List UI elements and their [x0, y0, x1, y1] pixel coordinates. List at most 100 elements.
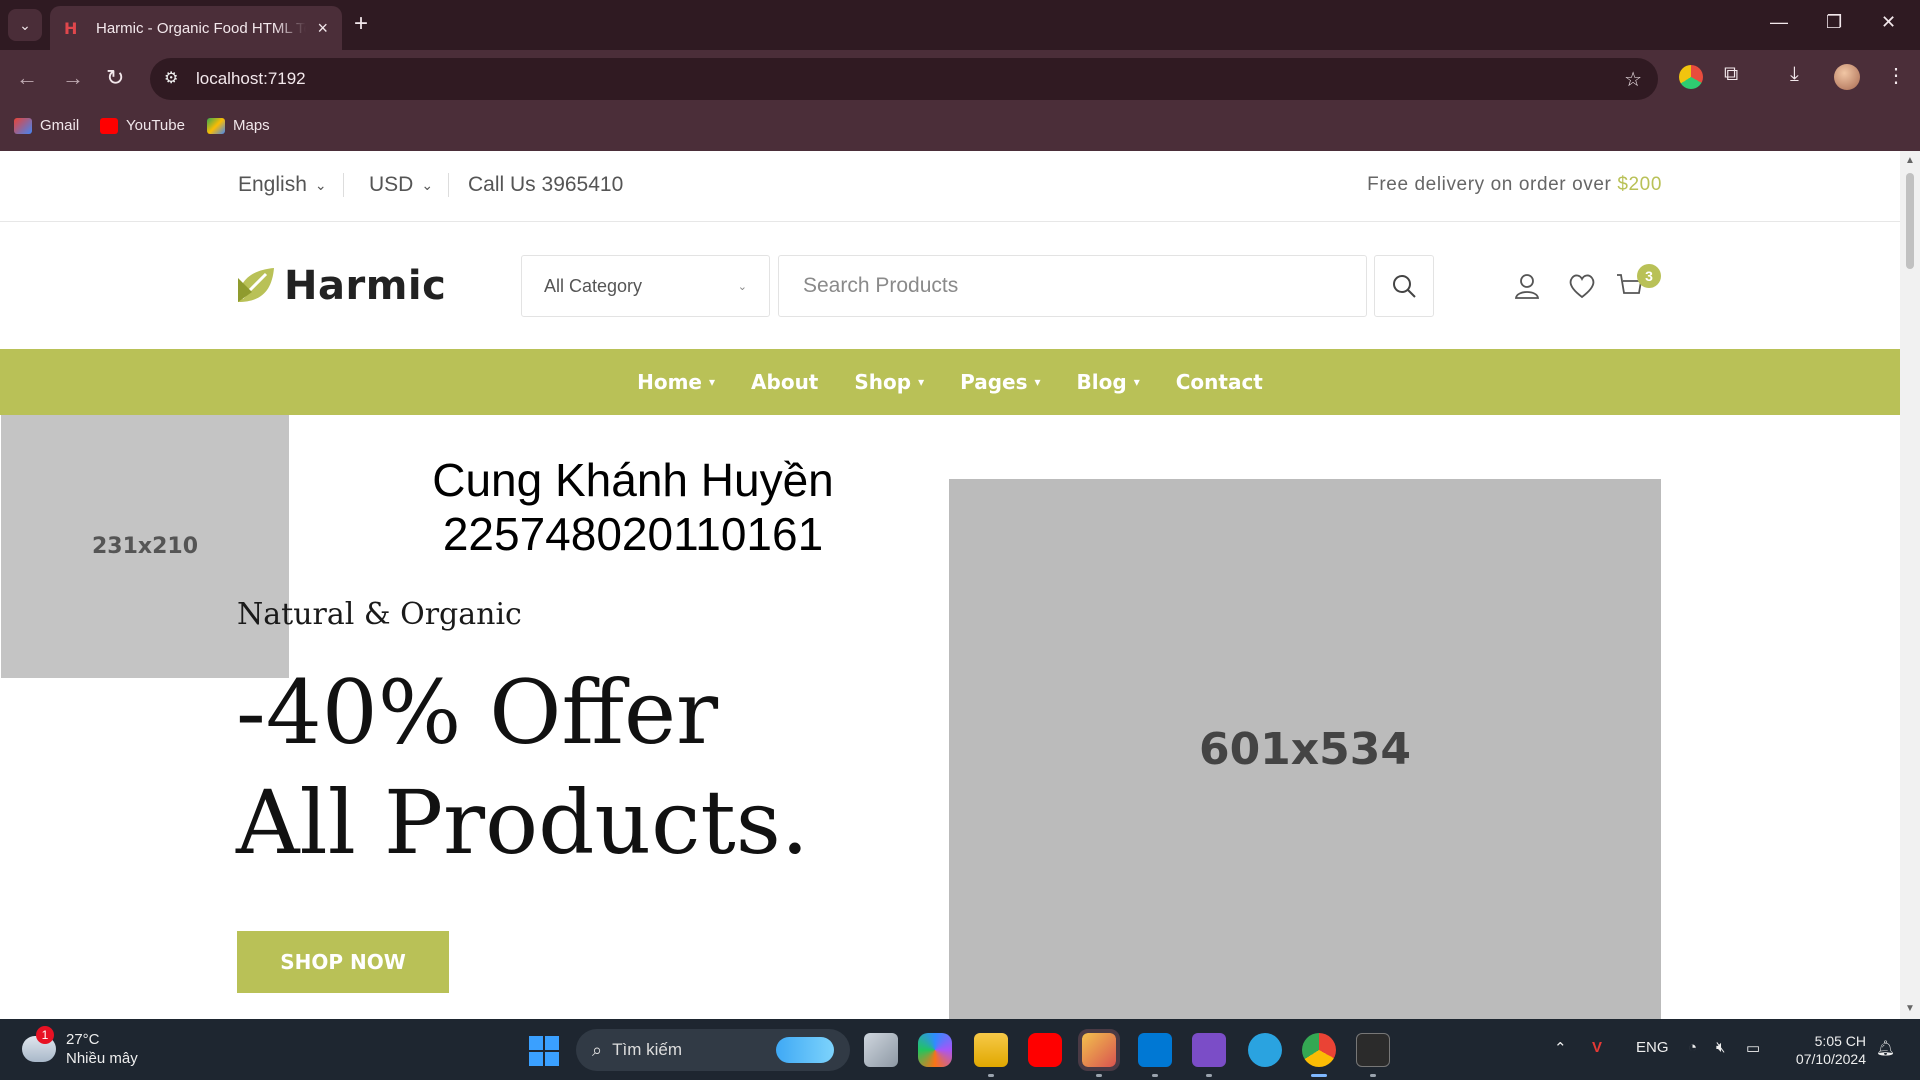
delivery-notice: Free delivery on order over $200 [1367, 174, 1662, 196]
url-text[interactable]: localhost:7192 [196, 69, 306, 89]
battery-icon[interactable]: ▭ [1746, 1039, 1760, 1057]
nav-label: Pages [960, 370, 1028, 394]
language-selector[interactable]: English ⌄ [238, 173, 327, 197]
back-icon[interactable]: ← [16, 66, 38, 90]
language-label: English [238, 173, 307, 196]
chrome-icon[interactable] [1302, 1033, 1336, 1067]
address-bar[interactable]: ⚙ localhost:7192 ☆ [150, 58, 1658, 100]
bookmark-label: Gmail [40, 117, 80, 134]
browser-toolbar: ← → ↻ ⚙ localhost:7192 ☆ ⧉ ⤓ ⋮ [0, 50, 1920, 108]
maps-icon [207, 117, 225, 134]
copilot-icon[interactable] [918, 1033, 952, 1067]
site-info-icon[interactable]: ⚙ [164, 68, 178, 88]
logo[interactable]: Harmic [236, 263, 446, 309]
vscode-icon[interactable] [1138, 1033, 1172, 1067]
weather-badge: 1 [36, 1026, 54, 1044]
bookmark-youtube[interactable]: YouTube [100, 117, 185, 134]
browser-tab[interactable]: H Harmic - Organic Food HTML Te × [50, 6, 342, 50]
search-input[interactable] [778, 255, 1367, 317]
site-favicon-icon: H [64, 19, 78, 38]
nav-label: Shop [854, 370, 912, 394]
extensions-puzzle-icon[interactable]: ⧉ [1724, 63, 1738, 86]
volume-muted-icon[interactable]: 🔇︎ [1716, 1039, 1725, 1056]
chevron-down-icon: ⌄ [314, 176, 327, 193]
shop-now-button[interactable]: SHOP NOW [237, 931, 449, 993]
delivery-amount: $200 [1617, 174, 1662, 195]
heart-icon[interactable] [1568, 273, 1596, 303]
menu-dots-icon[interactable]: ⋮ [1886, 63, 1906, 88]
delivery-text: Free delivery on order over [1367, 174, 1618, 195]
bookmark-gmail[interactable]: Gmail [14, 117, 79, 134]
user-icon[interactable] [1514, 273, 1543, 303]
terminal-icon[interactable] [1356, 1033, 1390, 1067]
minimize-icon[interactable]: — [1770, 12, 1788, 33]
active-indicator [1311, 1074, 1327, 1077]
category-select[interactable]: All Category ⌄ [521, 255, 770, 317]
restore-icon[interactable]: ❐ [1826, 12, 1842, 33]
nav-blog[interactable]: Blog ▾ [1077, 370, 1140, 394]
download-icon[interactable]: ⤓ [1790, 63, 1799, 86]
clock[interactable]: 5:05 CH 07/10/2024 [1786, 1032, 1866, 1068]
currency-label: USD [369, 173, 414, 196]
student-name: Cung Khánh Huyền [432, 454, 834, 506]
clock-time: 5:05 CH [1814, 1033, 1866, 1049]
placeholder-image-large: 601x534 [949, 479, 1661, 1019]
bookmark-label: YouTube [126, 117, 185, 134]
scroll-down-icon[interactable]: ▼ [1905, 1003, 1915, 1014]
nav-about[interactable]: About [751, 370, 818, 394]
hero-headline: -40% Offer All Products. [236, 661, 809, 874]
taskbar-search-label: Tìm kiếm [612, 1040, 682, 1059]
task-view-icon[interactable] [864, 1033, 898, 1067]
nav-home[interactable]: Home ▾ [637, 370, 715, 394]
tab-list-button[interactable]: ⌄ [8, 9, 42, 41]
window-close-icon[interactable]: ✕ [1881, 12, 1896, 33]
page-scrollbar[interactable]: ▲ ▼ [1900, 151, 1920, 1019]
telegram-icon[interactable] [1248, 1033, 1282, 1067]
logo-text: Harmic [284, 263, 447, 309]
file-explorer-icon[interactable] [974, 1033, 1008, 1067]
bookmarks-bar: Gmail YouTube Maps [0, 108, 1920, 151]
chevron-down-icon: ⌄ [421, 176, 434, 193]
youtube-app-icon[interactable] [1028, 1033, 1062, 1067]
chevron-down-icon: ▾ [1133, 375, 1140, 389]
nav-contact[interactable]: Contact [1176, 370, 1263, 394]
taskbar-search[interactable]: ⌕ Tìm kiếm [576, 1029, 850, 1071]
windows-start-icon[interactable] [529, 1036, 559, 1066]
close-icon[interactable]: × [317, 18, 328, 39]
chevron-down-icon: ▾ [918, 375, 925, 389]
tab-strip: ⌄ H Harmic - Organic Food HTML Te × + — … [0, 0, 1920, 50]
tray-app-icon[interactable]: V [1592, 1039, 1602, 1056]
chevron-down-icon: ▾ [1034, 375, 1041, 389]
chevron-down-icon: ⌄ [19, 16, 31, 33]
temperature: 27°C [66, 1031, 100, 1048]
visual-studio-icon[interactable] [1192, 1033, 1226, 1067]
profile-avatar[interactable] [1834, 64, 1860, 90]
nav-shop[interactable]: Shop ▾ [854, 370, 924, 394]
scroll-up-icon[interactable]: ▲ [1905, 155, 1915, 166]
cart-count-badge: 3 [1637, 264, 1661, 288]
weather-widget[interactable]: 1 27°C Nhiều mây [22, 1026, 138, 1068]
phone-text: Call Us 3965410 [468, 173, 624, 196]
input-language[interactable]: ENG [1636, 1039, 1669, 1056]
notification-bell-icon[interactable]: 🔔︎ [1876, 1039, 1895, 1057]
nav-label: About [751, 370, 819, 394]
wifi-icon[interactable]: ◔ [1688, 1039, 1697, 1056]
currency-selector[interactable]: USD ⌄ [369, 173, 433, 197]
app-icon[interactable] [1078, 1029, 1120, 1071]
bookmark-star-icon[interactable]: ☆ [1624, 67, 1642, 92]
chevron-up-icon[interactable]: ⌃ [1554, 1039, 1567, 1057]
running-indicator [1096, 1074, 1102, 1077]
nav-label: Home [637, 370, 702, 394]
bookmark-maps[interactable]: Maps [207, 117, 270, 134]
forward-icon[interactable]: → [62, 66, 84, 90]
search-button[interactable] [1374, 255, 1434, 317]
site-header: Harmic All Category ⌄ 3 [0, 223, 1900, 349]
tab-title: Harmic - Organic Food HTML Te [96, 19, 306, 37]
scroll-thumb[interactable] [1906, 173, 1914, 269]
browser-chrome: ⌄ H Harmic - Organic Food HTML Te × + — … [0, 0, 1920, 151]
nav-pages[interactable]: Pages ▾ [960, 370, 1040, 394]
new-tab-button[interactable]: + [354, 12, 368, 36]
reload-icon[interactable]: ↻ [106, 66, 124, 90]
gmail-icon [14, 117, 32, 134]
extension-icon[interactable] [1679, 65, 1703, 89]
